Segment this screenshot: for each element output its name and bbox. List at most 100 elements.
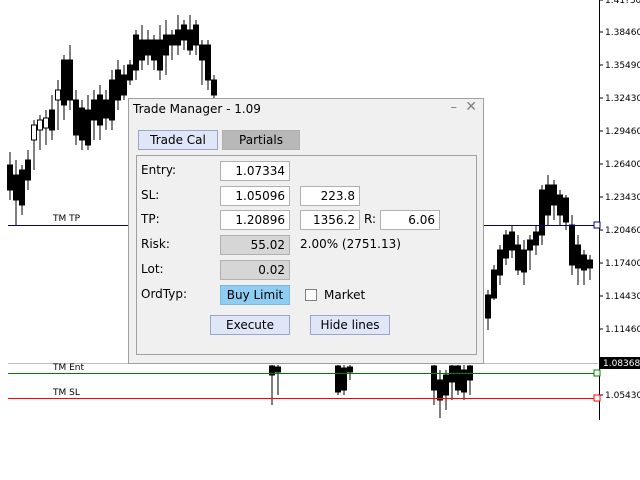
price-axis-label: 1.26400 — [605, 160, 640, 170]
market-checkbox[interactable] — [305, 289, 317, 301]
candle-body — [335, 365, 341, 393]
price-axis-label: 1.38460 — [605, 28, 640, 38]
market-label: Market — [324, 288, 366, 302]
candle-body — [443, 374, 449, 396]
candle-body — [539, 189, 545, 236]
trade-manager-panel: Trade Manager - 1.09 – ✕ Trade Cal Parti… — [128, 98, 484, 364]
candle-body — [491, 269, 497, 299]
r-ratio-field[interactable]: 6.06 — [380, 210, 440, 230]
candle-body — [211, 79, 217, 96]
ordtype-label: OrdTyp: — [141, 287, 188, 301]
sl-line-label: TM SL — [52, 388, 80, 398]
sl-price-field[interactable]: 1.05096 — [220, 186, 290, 206]
candle-body — [275, 366, 281, 373]
candle-body — [527, 239, 533, 251]
candle-body — [569, 224, 575, 266]
hide-lines-button[interactable]: Hide lines — [310, 315, 390, 335]
order-type-button[interactable]: Buy Limit — [220, 285, 290, 305]
sl-line-handle[interactable] — [593, 394, 601, 402]
candle-body — [145, 39, 151, 56]
entry-line-handle[interactable] — [593, 369, 601, 377]
candle-body — [437, 379, 443, 401]
candle-body — [121, 74, 127, 96]
tab-partials[interactable]: Partials — [222, 130, 300, 150]
tp-line-handle[interactable] — [593, 221, 601, 229]
candle-body — [151, 39, 157, 61]
lot-label: Lot: — [141, 262, 164, 276]
candle-body — [205, 44, 211, 81]
minimize-icon[interactable]: – — [451, 100, 458, 115]
candle-body — [133, 34, 139, 71]
panel-title: Trade Manager - 1.09 — [133, 102, 261, 116]
candle-body — [115, 69, 121, 101]
sl-points-field[interactable]: 223.8 — [300, 186, 360, 206]
candle-body — [455, 365, 461, 391]
tab-trade-cal[interactable]: Trade Cal — [138, 130, 218, 150]
candle-body — [49, 109, 55, 131]
sl-label: SL: — [141, 188, 160, 202]
close-icon[interactable]: ✕ — [465, 99, 477, 115]
candle-body — [163, 34, 169, 56]
entry-label: Entry: — [141, 163, 177, 177]
candle-body — [557, 194, 563, 216]
candle-body — [341, 367, 347, 391]
candle-body — [7, 164, 13, 191]
candle-body — [515, 244, 521, 271]
tp-line-label: TM TP — [52, 214, 81, 224]
tp-points-field[interactable]: 1356.2 — [300, 210, 360, 230]
candle-body — [157, 39, 163, 71]
candle-body — [103, 99, 109, 119]
execute-button[interactable]: Execute — [210, 315, 290, 335]
current-price-tag-text: 1.08368 — [603, 359, 640, 369]
price-axis-label: 1.14430 — [605, 292, 640, 302]
risk-percent-text: 2.00% (2751.13) — [300, 237, 401, 251]
candle-body — [187, 29, 193, 51]
price-axis-label: 1.05430 — [605, 391, 640, 401]
price-axis-label: 1.23430 — [605, 193, 640, 203]
risk-label: Risk: — [141, 237, 170, 251]
tp-label: TP: — [141, 212, 160, 226]
candle-body — [139, 39, 145, 61]
candle-body — [575, 244, 581, 269]
tp-price-field[interactable]: 1.20896 — [220, 210, 290, 230]
candle-body — [521, 249, 527, 273]
candle-body — [19, 169, 25, 206]
candle-body — [169, 34, 175, 46]
candle-body — [193, 24, 199, 46]
candle-body — [31, 124, 37, 141]
risk-field: 55.02 — [220, 235, 290, 255]
price-axis-label: 1.17400 — [605, 259, 640, 269]
candle-body — [175, 29, 181, 46]
price-axis-label: 1.29460 — [605, 127, 640, 137]
candle-body — [25, 159, 31, 181]
candle-body — [43, 117, 49, 129]
candle-body — [97, 94, 103, 126]
candle-body — [67, 59, 73, 101]
candle-body — [181, 24, 187, 41]
trade-calc-section: Entry: 1.07334 SL: 1.05096 223.8 TP: 1.2… — [136, 155, 477, 355]
entry-line-label: TM Ent — [52, 363, 85, 373]
price-axis-label: 1.41?30 — [605, 0, 640, 6]
candle-body — [73, 99, 79, 136]
candle-body — [13, 174, 19, 201]
candle-body — [587, 259, 593, 269]
candle-body — [79, 107, 85, 141]
price-axis-label: 1.35490 — [605, 61, 640, 71]
candle-body — [545, 184, 551, 216]
price-axis-label: 1.32430 — [605, 94, 640, 104]
candle-body — [37, 119, 43, 131]
entry-field[interactable]: 1.07334 — [220, 161, 290, 181]
candle-body — [347, 366, 353, 373]
candle-body — [61, 59, 67, 106]
price-axis: 1.41?30 1.38460 1.35490 1.32430 1.29460 1.264… — [599, 0, 640, 401]
candle-body — [91, 99, 97, 121]
candle-body — [581, 254, 587, 271]
candle-body — [199, 44, 205, 61]
candle-body — [509, 231, 515, 251]
r-label: R: — [364, 212, 377, 226]
candle-body — [533, 231, 539, 246]
candle-body — [485, 294, 491, 319]
candle-body — [551, 184, 557, 206]
candle-body — [497, 249, 503, 276]
candle-body — [109, 79, 115, 121]
